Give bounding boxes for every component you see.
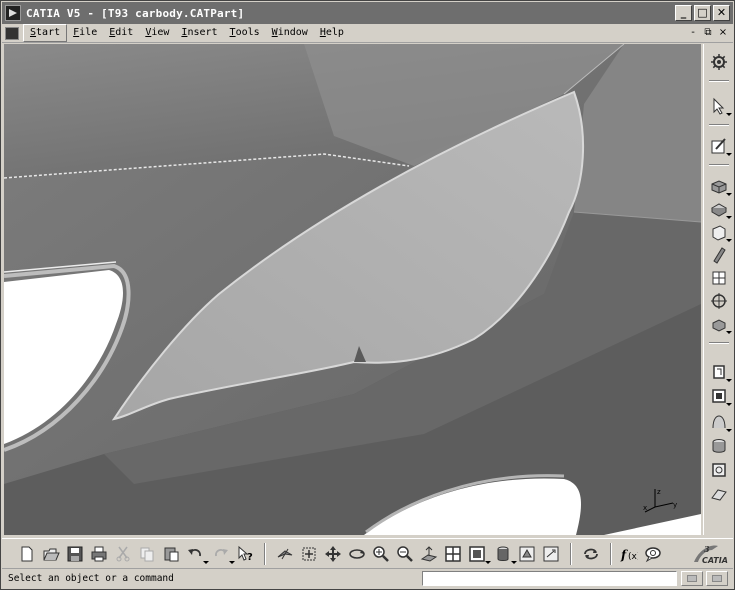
pad-icon[interactable]: [708, 176, 732, 196]
menu-help-rest: elp: [325, 27, 344, 38]
hide-show-icon[interactable]: [516, 543, 538, 565]
menu-start[interactable]: Start: [23, 24, 68, 42]
maximize-button[interactable]: □: [694, 5, 711, 21]
thread-icon[interactable]: [708, 484, 730, 504]
fillet-icon[interactable]: [708, 362, 732, 382]
formula-icon[interactable]: f(x): [618, 543, 640, 565]
status-message: Select an object or a command: [8, 573, 174, 584]
open-icon[interactable]: [40, 543, 62, 565]
menu-help[interactable]: Help: [314, 25, 350, 41]
copy-icon[interactable]: [136, 543, 158, 565]
fit-all-icon[interactable]: [298, 543, 320, 565]
menu-file-rest: ile: [79, 27, 98, 38]
command-input[interactable]: [422, 571, 677, 586]
chamfer-icon[interactable]: [708, 386, 732, 406]
thickness-icon[interactable]: [708, 460, 730, 480]
knowledge-icon[interactable]: [642, 543, 664, 565]
close-button[interactable]: ✕: [713, 5, 730, 21]
solid-combine-icon[interactable]: [708, 314, 732, 334]
menu-file[interactable]: File: [67, 25, 103, 41]
menu-edit-rest: dit: [115, 27, 134, 38]
save-icon[interactable]: [64, 543, 86, 565]
catia-brand-text: CATIA: [702, 556, 728, 565]
compass-x-label: x: [643, 504, 647, 512]
draft-icon[interactable]: [708, 412, 732, 432]
status-bar: Select an object or a command: [2, 568, 733, 589]
menu-tools[interactable]: Tools: [224, 25, 266, 41]
menu-view[interactable]: View: [139, 25, 175, 41]
undo-icon[interactable]: [184, 543, 209, 565]
shell-icon[interactable]: [708, 436, 730, 456]
zoom-out-icon[interactable]: [394, 543, 416, 565]
shading-icon[interactable]: [492, 543, 517, 565]
cut-icon[interactable]: [112, 543, 134, 565]
right-toolbar: [703, 44, 733, 535]
zoom-in-icon[interactable]: [370, 543, 392, 565]
svg-text:f: f: [620, 548, 628, 562]
redo-icon[interactable]: [210, 543, 235, 565]
rib-icon[interactable]: [708, 245, 730, 265]
pan-icon[interactable]: [322, 543, 344, 565]
compass-z-label: z: [657, 488, 661, 496]
menu-view-rest: iew: [151, 27, 170, 38]
command-history-button[interactable]: [706, 571, 728, 586]
paste-icon[interactable]: [160, 543, 182, 565]
command-options-button[interactable]: [681, 571, 703, 586]
catia-app-icon[interactable]: [5, 5, 21, 21]
whats-this-icon[interactable]: ?: [234, 543, 256, 565]
select-arrow-icon[interactable]: [708, 96, 732, 116]
title-bar[interactable]: CATIA V5 - [T93 carbody.CATPart] _ □ ✕: [2, 2, 733, 24]
mdi-minimize-button[interactable]: -: [687, 27, 699, 39]
menu-start-rest: tart: [36, 27, 61, 38]
rotate-icon[interactable]: [346, 543, 368, 565]
document-icon[interactable]: [5, 26, 19, 40]
swap-space-icon[interactable]: [540, 543, 562, 565]
fly-mode-icon[interactable]: [274, 543, 296, 565]
svg-text:(x): (x): [628, 552, 638, 562]
3d-viewport[interactable]: z x y: [4, 44, 701, 535]
mdi-close-button[interactable]: ×: [717, 27, 729, 39]
stiffener-icon[interactable]: [708, 268, 730, 288]
gear-icon[interactable]: [708, 52, 730, 72]
svg-text:3: 3: [704, 544, 710, 554]
print-icon[interactable]: [88, 543, 110, 565]
menu-edit[interactable]: Edit: [103, 25, 139, 41]
menu-insert-rest: nsert: [187, 27, 218, 38]
mdi-restore-button[interactable]: ⧉: [702, 27, 714, 39]
new-icon[interactable]: [16, 543, 38, 565]
bottom-toolbar: ? f(x) 3 CATIA: [2, 538, 733, 567]
svg-text:?: ?: [247, 552, 253, 563]
menu-bar: Start File Edit View Insert Tools Window…: [2, 24, 733, 43]
normal-view-icon[interactable]: [418, 543, 440, 565]
menu-window[interactable]: Window: [266, 25, 314, 41]
minimize-button[interactable]: _: [675, 5, 692, 21]
pocket-icon[interactable]: [708, 199, 732, 219]
hole-icon[interactable]: [708, 291, 730, 311]
menu-insert[interactable]: Insert: [175, 25, 223, 41]
update-icon[interactable]: [580, 543, 602, 565]
quick-view-icon[interactable]: [466, 543, 491, 565]
sketcher-icon[interactable]: [708, 136, 732, 156]
catia-window: CATIA V5 - [T93 carbody.CATPart] _ □ ✕ S…: [0, 0, 735, 590]
carbody-model[interactable]: [4, 44, 701, 535]
window-title: CATIA V5 - [T93 carbody.CATPart]: [26, 6, 245, 20]
shaft-icon[interactable]: [708, 222, 732, 242]
compass-axes-icon[interactable]: z x y: [643, 485, 683, 515]
multi-view-icon[interactable]: [442, 543, 464, 565]
menu-tools-rest: ools: [235, 27, 260, 38]
menu-window-rest: indow: [277, 27, 308, 38]
compass-y-label: y: [673, 501, 677, 509]
